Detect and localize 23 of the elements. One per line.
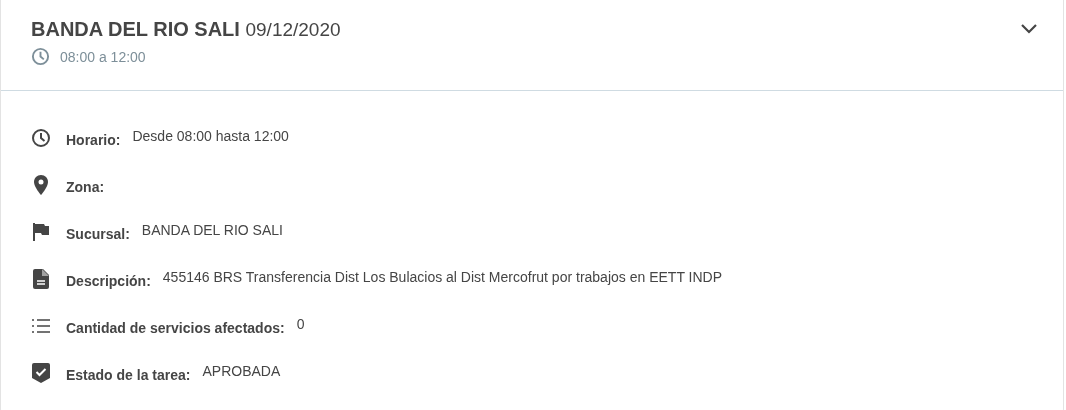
detail-label: Sucursal: <box>66 225 130 242</box>
detail-value: 0 <box>296 316 305 334</box>
clock-icon <box>31 47 50 66</box>
detail-value: 455146 BRS Transferencia Dist Los Bulacios al Dist Mercofrut por trabajos en EETT INDP <box>162 269 723 287</box>
flag-icon <box>33 223 49 241</box>
panel-header[interactable]: BANDA DEL RIO SALI 09/12/2020 08:00 a 12:00 <box>1 0 1063 91</box>
detail-label: Cantidad de servicios afectados: <box>66 319 285 336</box>
expand-toggle[interactable] <box>1021 24 1037 34</box>
detail-label: Horario: <box>66 131 121 148</box>
map-pin-icon <box>34 175 48 195</box>
detail-value: BANDA DEL RIO SALI <box>141 222 283 240</box>
document-icon <box>33 269 49 289</box>
detail-label: Estado de la tarea: <box>66 366 191 383</box>
clock-icon <box>31 128 51 148</box>
list-icon <box>32 319 50 333</box>
detail-label: Descripción: <box>66 272 151 289</box>
detail-label: Zona: <box>66 178 105 195</box>
detail-value: APROBADA <box>202 363 281 381</box>
shield-check-icon <box>32 363 50 383</box>
detail-value: Desde 08:00 hasta 12:00 <box>132 128 289 146</box>
panel-title: BANDA DEL RIO SALI 09/12/2020 <box>31 18 341 41</box>
time-range: 08:00 a 12:00 <box>60 48 146 65</box>
chevron-icon <box>1021 24 1037 34</box>
